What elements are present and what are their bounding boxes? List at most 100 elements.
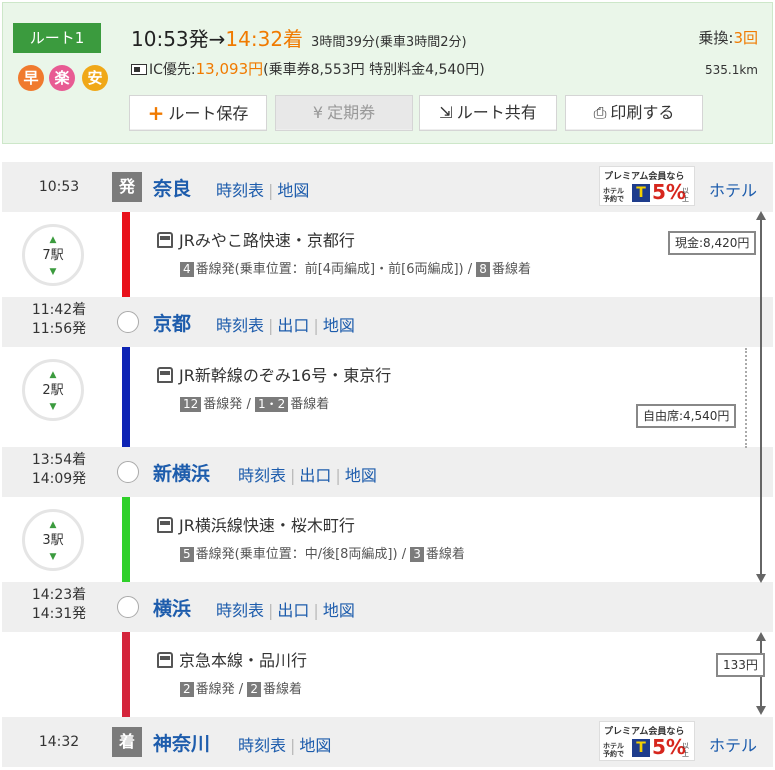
- route-times: 10:53発→14:32着 3時間39分(乗車3時間2分): [131, 23, 467, 52]
- route-label[interactable]: ルート1: [13, 23, 101, 53]
- arrow-icon: →: [208, 27, 226, 51]
- premium-banner[interactable]: プレミアム会員なら ホテル予約で T 5% 以上: [599, 166, 695, 206]
- station-row-shinyokohama: 13:54着 14:09発 新横浜 時刻表 | 出口 | 地図: [2, 447, 773, 497]
- train-icon: [157, 367, 173, 383]
- station-name[interactable]: 横浜: [153, 594, 191, 621]
- share-icon: ⇲: [439, 103, 453, 122]
- train-label: JR新幹線のぞみ16号・東京行: [179, 366, 392, 385]
- platform-number: 2: [247, 682, 261, 697]
- timetable-link[interactable]: 時刻表: [216, 601, 264, 620]
- depart-badge: 発: [112, 172, 142, 202]
- timetable-link[interactable]: 時刻表: [216, 181, 264, 200]
- transfer-label: 乗換:: [698, 29, 734, 47]
- train-icon: [157, 652, 173, 668]
- departure-time: 11:56発: [31, 321, 87, 337]
- station-row-nara: 10:53 発 奈良 時刻表 | 地図 プレミアム会員なら ホテル予約で T 5% …: [2, 162, 773, 212]
- reserved-seat-fare: 自由席:4,540円: [636, 404, 737, 428]
- slash: /: [467, 262, 473, 277]
- commuter-pass-button[interactable]: ¥ 定期券: [275, 95, 413, 131]
- train-icon: [157, 517, 173, 533]
- fast-icon: 早: [18, 65, 44, 91]
- share-route-button[interactable]: ⇲ ルート共有: [419, 95, 557, 131]
- station-time: 14:32: [38, 734, 80, 750]
- exit-link[interactable]: 出口: [299, 466, 331, 485]
- platform-number: 4: [180, 262, 194, 277]
- timetable-link[interactable]: 時刻表: [238, 736, 286, 755]
- hotel-reserve-text: ホテル予約で: [603, 742, 624, 758]
- platform-number: 5: [180, 547, 194, 562]
- hotel-link[interactable]: ホテル: [709, 177, 757, 201]
- caret-down-icon: ▼: [49, 402, 57, 412]
- map-link[interactable]: 地図: [323, 601, 355, 620]
- arrival-time: 11:42着: [31, 302, 87, 318]
- platform-info: 5 番線発(乗車位置：中/後[8両編成]) / 3 番線着: [180, 543, 465, 562]
- premium-banner[interactable]: プレミアム会員なら ホテル予約で T 5% 以上: [599, 721, 695, 761]
- train-name: JR横浜線快速・桜木町行: [157, 512, 355, 536]
- platform-text: 番線着: [290, 397, 330, 412]
- divider: |: [313, 316, 319, 335]
- caret-down-icon: ▼: [49, 267, 57, 277]
- platform-text: 番線着: [262, 682, 302, 697]
- timetable-link[interactable]: 時刻表: [216, 316, 264, 335]
- fare-prefix: IC優先:: [149, 62, 196, 78]
- divider: |: [268, 181, 274, 200]
- arrival-time: 13:54着: [31, 452, 87, 468]
- save-route-label: ルート保存: [168, 104, 249, 123]
- station-time: 13:54着 14:09発: [4, 451, 114, 489]
- exit-link[interactable]: 出口: [277, 316, 309, 335]
- map-link[interactable]: 地図: [277, 181, 309, 200]
- easy-icon: 楽: [49, 65, 75, 91]
- map-link[interactable]: 地図: [299, 736, 331, 755]
- platform-number: 1・2: [254, 397, 289, 412]
- station-name[interactable]: 奈良: [153, 174, 191, 201]
- fare-total: 13,093円: [195, 60, 264, 78]
- timetable-link[interactable]: 時刻表: [238, 466, 286, 485]
- fare-arrow-down-icon: [756, 574, 766, 583]
- station-node: [117, 596, 139, 618]
- platform-number: 8: [476, 262, 490, 277]
- transfer-value: 3回: [733, 29, 758, 47]
- arrive-badge: 着: [112, 727, 142, 757]
- train-label: JR横浜線快速・桜木町行: [179, 516, 355, 535]
- stop-count-toggle[interactable]: ▲ 2駅 ▼: [22, 359, 84, 421]
- platform-info: 12 番線発 / 1・2 番線着: [180, 393, 329, 412]
- arrive-time: 14:32着: [225, 27, 304, 51]
- platform-text: 番線着: [425, 547, 465, 562]
- yen-icon: ¥: [312, 103, 324, 122]
- commuter-pass-label: 定期券: [327, 103, 376, 122]
- stop-count-toggle[interactable]: ▲ 7駅 ▼: [22, 224, 84, 286]
- route-summary: ルート1 早 楽 安 10:53発→14:32着 3時間39分(乗車3時間2分) …: [2, 2, 773, 144]
- map-link[interactable]: 地図: [323, 316, 355, 335]
- slash: /: [238, 682, 244, 697]
- save-route-button[interactable]: + ルート保存: [129, 95, 267, 131]
- station-node: [117, 461, 139, 483]
- tpoint-logo-icon: T: [632, 184, 650, 202]
- keikyu-fare: 133円: [716, 653, 765, 677]
- stop-count-toggle[interactable]: ▲ 3駅 ▼: [22, 509, 84, 571]
- hotel-link[interactable]: ホテル: [709, 732, 757, 756]
- discount-percent: 5%: [652, 735, 686, 759]
- share-route-label: ルート共有: [456, 103, 537, 122]
- ic-card-icon: [131, 64, 147, 75]
- platform-number: 3: [410, 547, 424, 562]
- divider: |: [290, 736, 296, 755]
- printer-icon: ⎙: [593, 103, 607, 122]
- station-name[interactable]: 京都: [153, 309, 191, 336]
- stop-count: 7駅: [42, 248, 64, 263]
- fare-arrow-down-icon: [756, 706, 766, 715]
- platform-text: 番線発(乗車位置：中/後[8両編成]): [195, 547, 398, 562]
- station-row-yokohama: 14:23着 14:31発 横浜 時刻表 | 出口 | 地図: [2, 582, 773, 632]
- station-links: 時刻表 | 地図: [216, 177, 309, 201]
- departure-time: 14:31発: [31, 606, 87, 622]
- map-link[interactable]: 地図: [345, 466, 377, 485]
- station-name[interactable]: 神奈川: [153, 729, 210, 756]
- station-name[interactable]: 新横浜: [153, 459, 210, 486]
- print-label: 印刷する: [610, 103, 675, 122]
- stop-count: 2駅: [42, 383, 64, 398]
- discount-percent: 5%: [652, 180, 686, 204]
- transfer-count: 乗換:3回: [698, 27, 758, 48]
- tpoint-logo-icon: T: [632, 739, 650, 757]
- print-button[interactable]: ⎙ 印刷する: [565, 95, 703, 131]
- platform-info: 4 番線発(乗車位置：前[4両編成]・前[6両編成]) / 8 番線着: [180, 258, 531, 277]
- exit-link[interactable]: 出口: [277, 601, 309, 620]
